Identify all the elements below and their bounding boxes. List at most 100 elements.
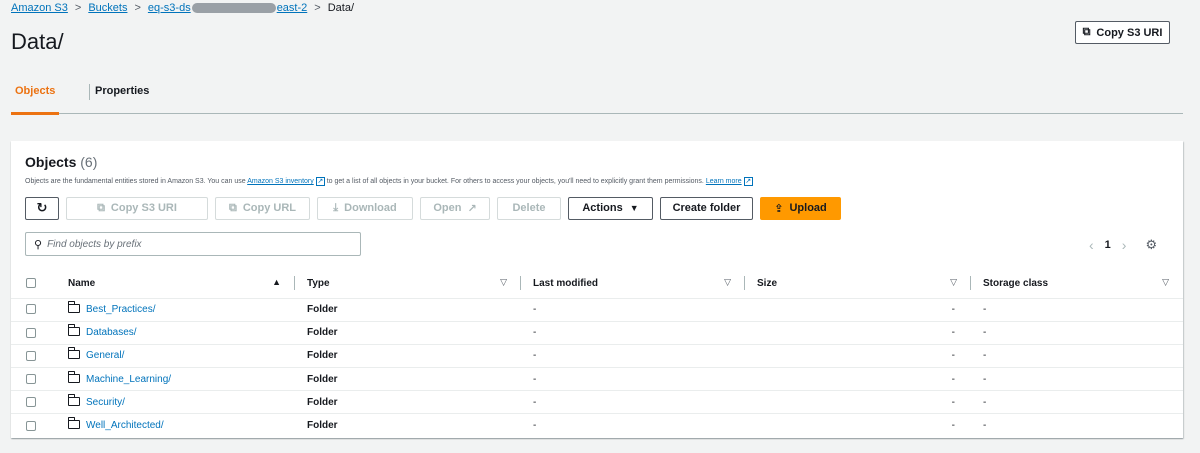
delete-button-label: Delete bbox=[512, 202, 546, 214]
sort-icon[interactable]: ▽ bbox=[1162, 277, 1169, 288]
column-storage-class[interactable]: Storage class ▽ bbox=[971, 269, 1183, 299]
settings-icon[interactable]: ⚙ bbox=[1145, 237, 1157, 253]
row-checkbox[interactable] bbox=[26, 374, 36, 385]
external-link-icon: ↗ bbox=[467, 202, 477, 215]
actions-button-label: Actions bbox=[582, 202, 623, 214]
table-row: Well_Architected/ Folder - - - bbox=[11, 413, 1183, 437]
storage-class-cell: - bbox=[983, 373, 987, 385]
breadcrumb-bucket[interactable]: eq-s3-ds east-2 bbox=[148, 2, 307, 14]
select-all-checkbox[interactable] bbox=[26, 278, 36, 289]
sort-ascending-icon[interactable]: ▲ bbox=[272, 277, 281, 287]
objects-desc-text-2: to get a list of all objects in your buc… bbox=[324, 178, 706, 185]
caret-down-icon: ▼ bbox=[629, 203, 639, 213]
tab-properties[interactable]: Properties bbox=[95, 74, 149, 114]
create-folder-button[interactable]: Create folder bbox=[660, 196, 753, 220]
folder-icon bbox=[67, 347, 80, 360]
search-placeholder: Find objects by prefix bbox=[47, 238, 142, 250]
object-link[interactable]: Security/ bbox=[86, 397, 125, 408]
row-checkbox[interactable] bbox=[26, 304, 36, 315]
table-row: Databases/ Folder - - - bbox=[11, 321, 1183, 344]
objects-heading: Objects (6) bbox=[25, 154, 97, 170]
type-cell: Folder bbox=[307, 304, 338, 316]
type-cell: Folder bbox=[307, 420, 338, 432]
column-last-modified[interactable]: Last modified ▽ bbox=[521, 269, 745, 299]
pagination: ‹ 1 › ⚙ bbox=[1089, 237, 1157, 253]
breadcrumb-amazon-s3[interactable]: Amazon S3 bbox=[11, 2, 68, 14]
current-page-number[interactable]: 1 bbox=[1105, 239, 1111, 251]
table-row: Best_Practices/ Folder - - - bbox=[11, 298, 1183, 321]
copy-icon: ⧉ bbox=[228, 201, 237, 214]
storage-class-cell: - bbox=[983, 420, 987, 432]
object-link[interactable]: Machine_Learning/ bbox=[86, 374, 171, 385]
chevron-right-icon[interactable]: › bbox=[1122, 237, 1127, 253]
column-name[interactable]: Name ▲ bbox=[55, 269, 295, 299]
row-select-cell bbox=[11, 414, 55, 437]
chevron-left-icon[interactable]: ‹ bbox=[1089, 237, 1094, 253]
copy-s3-uri-button[interactable]: ⧉ Copy S3 URI bbox=[66, 196, 208, 220]
storage-class-cell: - bbox=[983, 327, 987, 339]
open-button[interactable]: Open ↗ bbox=[420, 196, 490, 220]
storage-class-cell: - bbox=[983, 304, 987, 316]
object-link[interactable]: Databases/ bbox=[86, 327, 137, 338]
create-folder-button-label: Create folder bbox=[672, 202, 741, 214]
size-cell: - bbox=[951, 373, 955, 385]
page-title: Data/ bbox=[11, 29, 64, 54]
name-cell: Databases/ bbox=[55, 321, 295, 344]
last-modified-cell: - bbox=[533, 350, 537, 362]
column-type[interactable]: Type ▽ bbox=[295, 269, 521, 299]
copy-s3-uri-header-button[interactable]: ⧉ Copy S3 URI bbox=[1075, 21, 1170, 44]
column-last-modified-label: Last modified bbox=[533, 277, 599, 289]
chevron-right-icon: > bbox=[134, 2, 141, 14]
last-modified-cell: - bbox=[533, 327, 537, 339]
search-icon: ⚲ bbox=[34, 238, 43, 251]
object-link[interactable]: Well_Architected/ bbox=[86, 420, 164, 431]
row-select-cell bbox=[11, 298, 55, 321]
object-link[interactable]: Best_Practices/ bbox=[86, 304, 155, 315]
external-link-icon: ↗ bbox=[743, 177, 753, 186]
type-cell: Folder bbox=[307, 327, 338, 339]
folder-icon bbox=[67, 393, 80, 406]
size-cell: - bbox=[951, 304, 955, 316]
column-storage-class-label: Storage class bbox=[983, 277, 1049, 289]
table-header-row: Name ▲ Type ▽ Last modified ▽ Size ▽ Storage… bbox=[11, 269, 1183, 299]
last-modified-cell: - bbox=[533, 373, 537, 385]
learn-more-link[interactable]: Learn more bbox=[706, 178, 742, 185]
copy-url-button[interactable]: ⧉ Copy URL bbox=[215, 196, 310, 220]
sort-icon[interactable]: ▽ bbox=[724, 277, 731, 288]
bucket-name-suffix: east-2 bbox=[276, 2, 308, 14]
row-select-cell bbox=[11, 344, 55, 367]
search-input[interactable]: ⚲ Find objects by prefix bbox=[25, 232, 361, 256]
last-modified-cell: - bbox=[533, 420, 537, 432]
inventory-link[interactable]: Amazon S3 inventory bbox=[247, 178, 314, 185]
bucket-name-prefix: eq-s3-ds bbox=[147, 2, 191, 14]
row-checkbox[interactable] bbox=[26, 420, 36, 431]
copy-s3-uri-button-label: Copy S3 URI bbox=[110, 202, 177, 214]
row-select-cell bbox=[11, 321, 55, 344]
delete-button[interactable]: Delete bbox=[497, 196, 561, 220]
sort-icon[interactable]: ▽ bbox=[950, 277, 957, 288]
name-cell: Machine_Learning/ bbox=[55, 368, 295, 391]
column-size[interactable]: Size ▽ bbox=[745, 269, 971, 299]
refresh-button[interactable]: ↻ bbox=[25, 196, 59, 220]
table-row: General/ Folder - - - bbox=[11, 344, 1183, 367]
sort-icon[interactable]: ▽ bbox=[500, 277, 507, 288]
row-checkbox[interactable] bbox=[26, 397, 36, 408]
row-select-cell bbox=[11, 391, 55, 414]
breadcrumb-buckets[interactable]: Buckets bbox=[88, 2, 127, 14]
last-modified-cell: - bbox=[533, 396, 537, 408]
row-checkbox[interactable] bbox=[26, 350, 36, 361]
column-type-label: Type bbox=[307, 277, 330, 289]
row-checkbox[interactable] bbox=[26, 327, 36, 338]
actions-dropdown-button[interactable]: Actions ▼ bbox=[568, 196, 653, 220]
open-button-label: Open bbox=[433, 202, 462, 214]
upload-button[interactable]: ⇪ Upload bbox=[760, 196, 841, 220]
object-link[interactable]: General/ bbox=[86, 350, 124, 361]
table-row: Security/ Folder - - - bbox=[11, 390, 1183, 414]
chevron-right-icon: > bbox=[74, 2, 82, 14]
tab-objects[interactable]: Objects bbox=[10, 74, 60, 115]
name-cell: Well_Architected/ bbox=[55, 414, 295, 437]
copy-s3-uri-label: Copy S3 URI bbox=[1096, 26, 1163, 39]
refresh-icon: ↻ bbox=[36, 200, 48, 215]
objects-desc-text-1: Objects are the fundamental entities sto… bbox=[25, 178, 248, 185]
download-button[interactable]: ⤓ Download bbox=[317, 196, 413, 220]
